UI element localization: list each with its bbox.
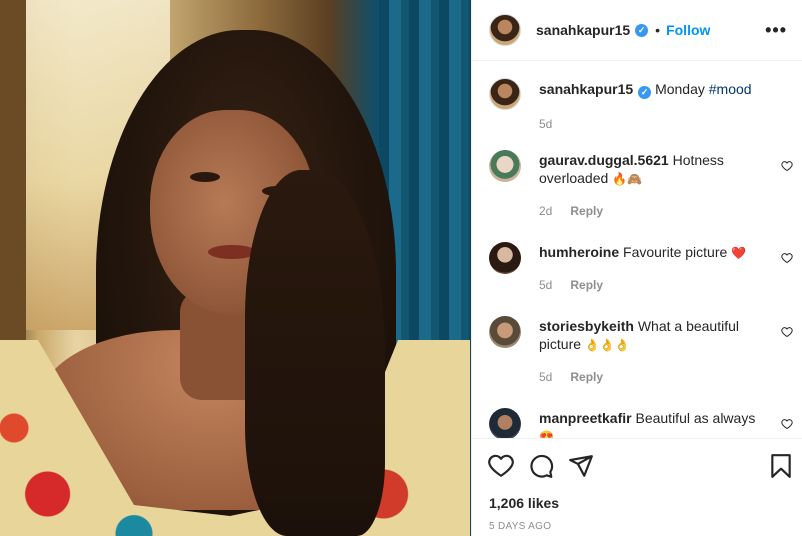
reply-button[interactable]: Reply xyxy=(570,202,603,220)
like-comment-icon[interactable] xyxy=(781,160,793,172)
post-timestamp: 5 DAYS AGO xyxy=(489,521,552,532)
post-photo[interactable] xyxy=(0,0,471,536)
like-comment-icon[interactable] xyxy=(781,418,793,430)
caption-username[interactable]: sanahkapur15 xyxy=(539,81,633,97)
comment-username[interactable]: humheroine xyxy=(539,244,619,260)
reply-button[interactable]: Reply xyxy=(570,368,603,386)
comment-emoji: ❤️ xyxy=(731,246,747,260)
comment-username[interactable]: storiesbykeith xyxy=(539,318,634,334)
separator-dot: • xyxy=(655,22,661,38)
hair-strands xyxy=(245,170,385,536)
caption-time: 5d xyxy=(539,117,553,131)
comment-item: manpreetkafir Beautiful as always 😍 xyxy=(489,408,789,438)
like-comment-icon[interactable] xyxy=(781,252,793,264)
comment-icon[interactable] xyxy=(528,453,554,479)
comment-text: Beautiful as always xyxy=(635,410,756,426)
heart-icon[interactable] xyxy=(488,453,514,479)
avatar[interactable] xyxy=(489,242,521,274)
comment-item: humheroine Favourite picture ❤️ 5d Reply xyxy=(489,242,789,294)
avatar[interactable] xyxy=(489,78,521,110)
post-actions: 1,206 likes 5 DAYS AGO xyxy=(472,438,802,536)
reply-button[interactable]: Reply xyxy=(570,276,603,294)
comment-item: storiesbykeith What a beautiful picture … xyxy=(489,316,789,386)
avatar[interactable] xyxy=(489,150,521,182)
comment-time: 5d xyxy=(539,370,553,384)
comment-item: gaurav.duggal.5621 Hotness overloaded 🔥🙈… xyxy=(489,150,789,220)
like-comment-icon[interactable] xyxy=(781,326,793,338)
post-header: sanahkapur15 ✓ • Follow ••• xyxy=(472,0,802,61)
comment-username[interactable]: manpreetkafir xyxy=(539,410,632,426)
comment-time: 5d xyxy=(539,278,553,292)
avatar[interactable] xyxy=(489,14,521,46)
comment-text: Favourite picture xyxy=(623,244,728,260)
avatar[interactable] xyxy=(489,408,521,438)
verified-badge-icon: ✓ xyxy=(635,23,649,37)
caption: sanahkapur15 ✓ Monday #mood 5d xyxy=(489,78,789,133)
verified-badge-icon: ✓ xyxy=(638,86,652,99)
comment-emoji: 😍 xyxy=(539,430,554,438)
bookmark-icon[interactable] xyxy=(768,453,794,479)
comment-time: 2d xyxy=(539,204,553,218)
more-options-icon[interactable]: ••• xyxy=(765,21,787,39)
header-username[interactable]: sanahkapur15 xyxy=(536,22,630,38)
comment-emoji: 👌👌👌 xyxy=(584,338,630,352)
comment-list[interactable]: sanahkapur15 ✓ Monday #mood 5d gaurav.dug… xyxy=(472,61,802,438)
like-count[interactable]: 1,206 likes xyxy=(489,495,559,511)
follow-button[interactable]: Follow xyxy=(666,22,710,38)
comment-emoji: 🔥🙈 xyxy=(612,172,643,186)
comment-username[interactable]: gaurav.duggal.5621 xyxy=(539,152,669,168)
left-eye xyxy=(190,172,220,182)
post-sidebar: sanahkapur15 ✓ • Follow ••• sanahkapur15… xyxy=(471,0,802,536)
share-icon[interactable] xyxy=(568,453,594,479)
avatar[interactable] xyxy=(489,316,521,348)
caption-text: Monday xyxy=(655,81,705,97)
hashtag-link[interactable]: #mood xyxy=(709,81,752,97)
